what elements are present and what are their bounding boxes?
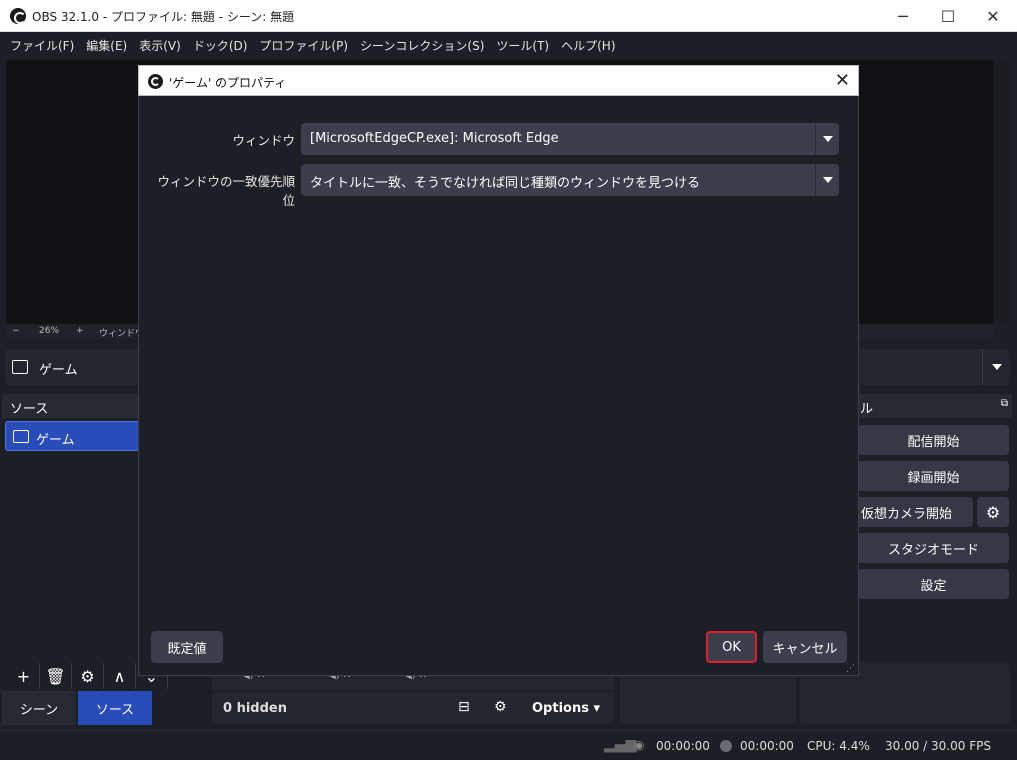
options-button[interactable]: Options ▾ (532, 701, 600, 716)
minimize-button[interactable]: ─ (880, 0, 926, 32)
signal-icon: ▂▄▆ (604, 737, 637, 753)
stream-status-icon: ◉ (634, 738, 645, 752)
menubar: ファイル(F) 編集(E) 表示(V) ドック(D) プロファイル(P) シーン… (0, 33, 1017, 58)
menu-tools[interactable]: ツール(T) (490, 37, 555, 54)
tab-scenes[interactable]: シーン (2, 691, 76, 725)
window-titlebar: OBS 32.1.0 - プロファイル: 無題 - シーン: 無題 ─ ☐ ✕ (0, 0, 1017, 32)
hidden-count: 0 hidden (223, 701, 287, 716)
menu-file[interactable]: ファイル(F) (4, 37, 80, 54)
studio-mode-button[interactable]: スタジオモード (858, 533, 1009, 563)
close-window-button[interactable]: ✕ (970, 0, 1016, 32)
chevron-down-icon (992, 364, 1002, 370)
layout-icon[interactable]: ⊟ (458, 699, 470, 715)
audio-source-icon (13, 430, 29, 443)
remove-source-button[interactable]: 🗑 (40, 663, 72, 689)
record-status-icon (720, 740, 732, 752)
controls-dock-title: ル ⧉ (858, 394, 1012, 418)
fps-readout: 30.00 / 30.00 FPS (885, 739, 991, 753)
preview-scrollbar[interactable] (996, 60, 1011, 324)
controls-title-text: ル (860, 402, 874, 417)
chevron-down-icon (823, 177, 833, 183)
cpu-usage: CPU: 4.4% (807, 739, 870, 753)
properties-dialog-titlebar: 'ゲーム' のプロパティ ✕ (138, 65, 859, 96)
menu-help[interactable]: ヘルプ(H) (555, 37, 621, 54)
obs-logo-icon (10, 8, 26, 24)
start-streaming-button[interactable]: 配信開始 (858, 425, 1009, 455)
source-properties-button[interactable]: ⚙ (72, 663, 104, 689)
options-label: Options (532, 701, 589, 716)
ok-button[interactable]: OK (706, 631, 757, 663)
source-item-label: ゲーム (36, 433, 75, 448)
window-select-dropdown[interactable] (815, 123, 839, 155)
gear-icon: ⚙ (985, 502, 1001, 522)
add-source-button[interactable]: + (8, 663, 40, 689)
menu-scene-collection[interactable]: シーンコレクション(S) (354, 37, 490, 54)
start-virtual-camera-button[interactable]: 仮想カメラ開始 (840, 497, 973, 527)
menu-docks[interactable]: ドック(D) (187, 37, 254, 54)
dock-tabs: シーン ソース (2, 691, 154, 725)
window-select-value: [MicrosoftEdgeCP.exe]: Microsoft Edge (310, 131, 559, 146)
virtual-camera-settings-button[interactable]: ⚙ (977, 497, 1009, 527)
obs-logo-icon (148, 74, 163, 89)
stream-time: 00:00:00 (656, 739, 710, 753)
cancel-button[interactable]: キャンセル (763, 631, 847, 663)
menu-edit[interactable]: 編集(E) (80, 37, 133, 54)
menu-view[interactable]: 表示(V) (133, 37, 187, 54)
zoom-in-button[interactable]: + (76, 326, 84, 336)
dialog-title: 'ゲーム' のプロパティ (169, 76, 287, 90)
tab-sources[interactable]: ソース (78, 691, 152, 725)
resize-grip-icon[interactable]: ⋰ (846, 664, 856, 674)
defaults-button[interactable]: 既定値 (151, 631, 223, 663)
match-priority-label: ウィンドウの一致優先順位 (157, 174, 295, 208)
settings-button[interactable]: 設定 (858, 569, 1009, 599)
match-priority-value: タイトルに一致、そうでなければ同じ種類のウィンドウを見つける (310, 176, 701, 191)
scene-selector-dropdown[interactable] (982, 349, 1010, 385)
scene-selector-label: ゲーム (39, 363, 78, 378)
dialog-close-button[interactable]: ✕ (835, 70, 850, 91)
match-priority-dropdown[interactable] (815, 164, 839, 196)
record-time: 00:00:00 (740, 739, 794, 753)
zoom-value: 26% (39, 326, 60, 336)
window-select[interactable]: [MicrosoftEdgeCP.exe]: Microsoft Edge (301, 123, 839, 155)
audio-source-icon (12, 360, 28, 374)
zoom-out-button[interactable]: − (12, 326, 20, 336)
status-bar: ▂▄▆ ◉ 00:00:00 00:00:00 CPU: 4.4% 30.00 … (0, 730, 1017, 760)
maximize-button[interactable]: ☐ (925, 0, 971, 32)
window-field-label: ウィンドウ (232, 133, 295, 148)
chevron-down-icon (823, 136, 833, 142)
mixer-footer: 0 hidden ⊟ ⚙ Options ▾ (212, 692, 614, 724)
start-recording-button[interactable]: 録画開始 (858, 461, 1009, 491)
move-source-up-button[interactable]: ∧ (104, 663, 136, 689)
match-priority-select[interactable]: タイトルに一致、そうでなければ同じ種類のウィンドウを見つける (301, 164, 839, 196)
window-title: OBS 32.1.0 - プロファイル: 無題 - シーン: 無題 (32, 10, 295, 24)
undock-icon[interactable]: ⧉ (1001, 398, 1008, 409)
gears-icon[interactable]: ⚙ (494, 699, 507, 715)
menu-profile[interactable]: プロファイル(P) (253, 37, 354, 54)
